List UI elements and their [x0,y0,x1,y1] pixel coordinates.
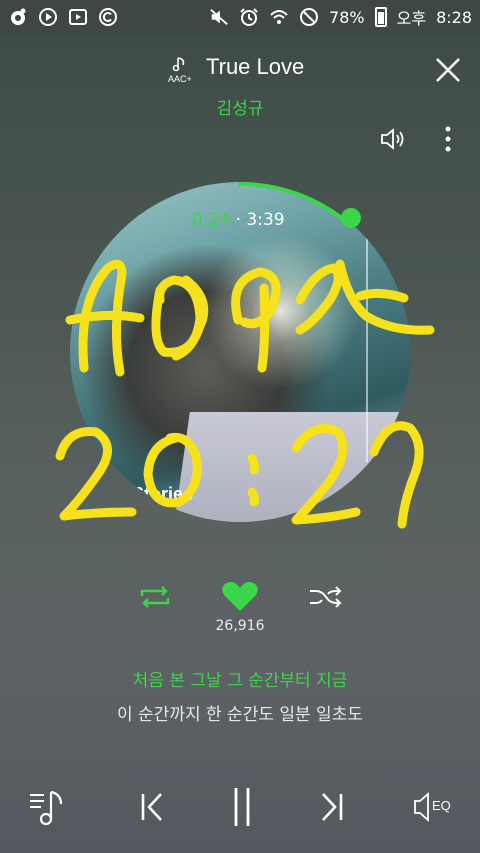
playback-controls: EQ [0,784,480,834]
equalizer-speaker-icon [414,792,429,822]
total-duration: 3:39 [246,210,285,230]
repeat-icon [140,586,170,608]
eq-label: EQ [432,798,451,813]
battery-icon [374,7,387,27]
progress-ring[interactable] [70,182,410,522]
battery-percent: 78% [329,7,365,27]
time-display: 0:24 · 3:39 [192,210,285,230]
album-art-area[interactable]: Stories 0:24 · 3:39 [70,182,410,522]
equalizer-button[interactable]: EQ [412,784,458,830]
repeat-button[interactable] [136,582,174,612]
action-row: 26,916 [0,580,480,640]
elapsed-time: 0:24 [192,210,231,230]
copyright-icon [98,7,118,27]
previous-icon [141,793,162,821]
do-not-disturb-icon [299,7,319,27]
pause-button[interactable] [224,784,260,830]
record-icon [8,7,28,27]
song-title: True Love [206,54,305,79]
status-bar: 78% 오후 8:28 [0,0,480,34]
like-count: 26,916 [215,618,265,634]
mute-icon [209,7,229,27]
player-header: AAC+ True Love 김성규 [0,44,480,119]
next-button[interactable] [312,784,352,830]
player-toolbar [0,124,480,158]
alarm-icon [239,7,259,27]
playlist-button[interactable] [26,784,70,830]
shuffle-icon [310,586,342,608]
clock: 8:28 [436,7,472,27]
heart-icon [222,581,258,611]
lyric-current-line: 처음 본 그날 그 순간부터 지금 [132,671,348,691]
artist-name[interactable]: 김성규 [0,94,480,119]
wifi-icon [269,7,289,27]
lyric-next-line: 이 순간까지 한 순간도 일분 일초도 [117,705,363,725]
time-separator: · [235,210,241,230]
volume-button[interactable] [378,124,412,158]
youtube-icon [68,7,88,27]
close-icon [436,58,460,82]
playlist-icon [30,790,63,826]
aac-label: AAC+ [168,74,192,84]
previous-button[interactable] [132,784,172,830]
like-button[interactable] [220,580,260,616]
speaker-icon [381,128,404,150]
more-vertical-icon [445,126,451,152]
time-period: 오후 [396,9,427,28]
progress-thumb[interactable] [340,207,361,228]
pause-icon [234,788,250,826]
more-options-button[interactable] [436,124,460,158]
next-icon [322,793,343,821]
close-button[interactable] [428,50,468,90]
aac-badge-icon: AAC+ [168,54,198,84]
shuffle-button[interactable] [306,582,344,612]
play-circle-icon [38,7,58,27]
lyrics-area[interactable]: 처음 본 그날 그 순간부터 지금 이 순간까지 한 순간도 일분 일초도 [0,666,480,725]
